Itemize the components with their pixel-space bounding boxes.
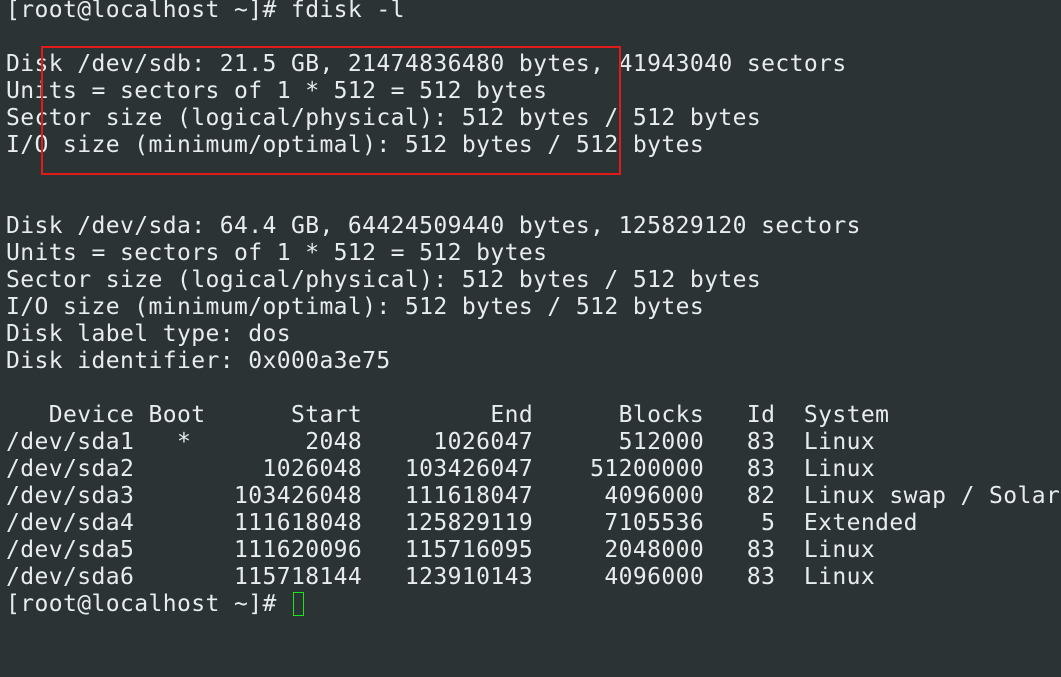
sda-io-size-line: I/O size (minimum/optimal): 512 bytes / … <box>6 294 705 320</box>
sda-sector-size-line: Sector size (logical/physical): 512 byte… <box>6 267 762 293</box>
shell-prompt: [root@localhost ~]# <box>6 591 291 617</box>
partition-row-sda1: /dev/sda1 * 2048 1026047 512000 83 Linux <box>6 429 876 455</box>
sdb-disk-line: Disk /dev/sdb: 21.5 GB, 21474836480 byte… <box>6 51 847 77</box>
block-cursor-icon[interactable] <box>292 592 304 616</box>
sdb-units-line: Units = sectors of 1 * 512 = 512 bytes <box>6 78 548 104</box>
partition-row-sda4: /dev/sda4 111618048 125829119 7105536 5 … <box>6 510 918 536</box>
terminal-window[interactable]: [root@localhost ~]# fdisk -l Disk /dev/s… <box>0 0 1061 677</box>
partition-row-sda6: /dev/sda6 115718144 123910143 4096000 83… <box>6 564 876 590</box>
partition-table-header: Device Boot Start End Blocks Id System <box>6 402 890 428</box>
prompt-line[interactable]: [root@localhost ~]# <box>6 591 304 618</box>
command-line: [root@localhost ~]# fdisk -l <box>6 0 405 23</box>
sda-disk-line: Disk /dev/sda: 64.4 GB, 64424509440 byte… <box>6 213 861 239</box>
sda-units-line: Units = sectors of 1 * 512 = 512 bytes <box>6 240 548 266</box>
sdb-io-size-line: I/O size (minimum/optimal): 512 bytes / … <box>6 132 705 158</box>
partition-row-sda5: /dev/sda5 111620096 115716095 2048000 83… <box>6 537 876 563</box>
sdb-sector-size-line: Sector size (logical/physical): 512 byte… <box>6 105 762 131</box>
partition-row-sda2: /dev/sda2 1026048 103426047 51200000 83 … <box>6 456 876 482</box>
partition-row-sda3: /dev/sda3 103426048 111618047 4096000 82… <box>6 483 1061 509</box>
sda-identifier-line: Disk identifier: 0x000a3e75 <box>6 348 391 374</box>
sda-label-type-line: Disk label type: dos <box>6 321 291 347</box>
